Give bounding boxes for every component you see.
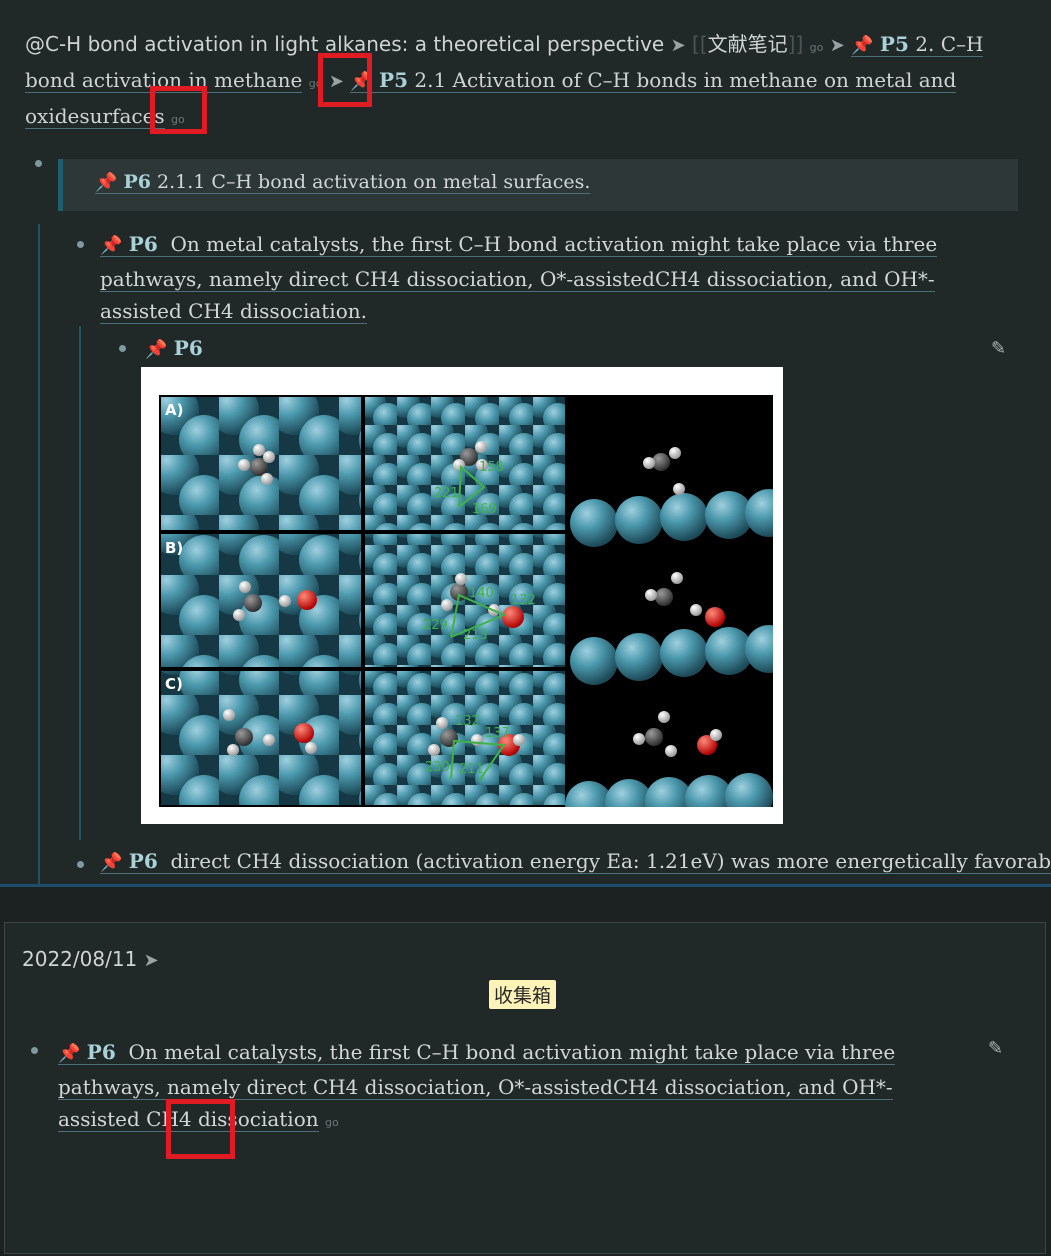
angle-label: 169 xyxy=(472,502,497,517)
figure-block-header[interactable]: 📌 P6 xyxy=(145,336,203,360)
bracket-open: [[ xyxy=(692,32,708,56)
bullet[interactable] xyxy=(119,345,126,352)
angle-label: 140 xyxy=(469,586,494,601)
journal-card: 2022/08/11 ➤ 收集箱 📌 P6 On metal catalysts… xyxy=(4,922,1046,1254)
heading-block: 📌 P6 2.1.1 C–H bond activation on metal … xyxy=(58,159,1018,211)
heading-text: 2.1.1 C–H bond activation on metal surfa… xyxy=(157,171,591,193)
angle-label: 158 xyxy=(479,460,504,475)
angle-label: 132 xyxy=(511,593,536,608)
pushpin-icon: 📌 xyxy=(851,35,874,56)
page-label: P6 xyxy=(128,232,158,256)
figure-image: 158 221 169 140 132 229 213 132 137 230 … xyxy=(141,367,783,824)
block-ref[interactable]: 📌 P6 On metal catalysts, the first C–H b… xyxy=(100,232,938,324)
pencil-icon[interactable]: ✎ xyxy=(988,1038,1003,1059)
go-link[interactable]: go xyxy=(810,41,824,54)
highlight-box xyxy=(318,53,372,107)
figure-row-label: A) xyxy=(165,401,183,419)
bullet[interactable] xyxy=(35,160,42,167)
bullet[interactable] xyxy=(77,861,84,868)
angle-label: 211 xyxy=(459,762,484,777)
angle-label: 229 xyxy=(423,618,448,633)
molecular-figure: 158 221 169 140 132 229 213 132 137 230 … xyxy=(159,395,773,807)
bottom-pane: 2022/08/11 ➤ 收集箱 📌 P6 On metal catalysts… xyxy=(0,887,1051,1256)
bracket-close: ]] xyxy=(787,32,804,56)
arrow-right-icon: ➤ xyxy=(670,35,686,56)
block-ref[interactable]: 📌 P6 direct CH4 dissociation (activation… xyxy=(100,849,1051,874)
page-label: P6 xyxy=(86,1040,116,1064)
thread-line xyxy=(38,224,40,884)
item-text: On metal catalysts, the first C–H bond a… xyxy=(100,232,938,323)
breadcrumb-notes-link[interactable]: 文献笔记 xyxy=(708,32,788,56)
pushpin-icon: 📌 xyxy=(145,339,168,360)
heading-ref[interactable]: 📌 P6 2.1.1 C–H bond activation on metal … xyxy=(95,171,591,194)
pushpin-icon: 📌 xyxy=(58,1043,81,1064)
inbox-tag[interactable]: 收集箱 xyxy=(489,980,557,1009)
bullet[interactable] xyxy=(77,241,84,248)
pushpin-icon: 📌 xyxy=(95,172,118,193)
page-label: P6 xyxy=(173,336,203,360)
item-text: direct CH4 dissociation (activation ener… xyxy=(170,849,1051,873)
page-label: P5 xyxy=(379,68,409,92)
highlight-box xyxy=(150,86,207,134)
pushpin-icon: 📌 xyxy=(100,852,123,873)
page-label: P6 xyxy=(123,171,151,193)
angle-label: 221 xyxy=(434,486,459,501)
page-label: P5 xyxy=(879,32,909,56)
go-link[interactable]: go xyxy=(325,1116,339,1129)
figure-row-label: C) xyxy=(165,675,183,693)
angle-label: 230 xyxy=(425,760,450,775)
angle-label: 137 xyxy=(485,726,510,741)
angle-label: 132 xyxy=(455,714,480,729)
pushpin-icon: 📌 xyxy=(100,235,123,256)
date-text: 2022/08/11 xyxy=(22,947,138,971)
thread-line xyxy=(79,326,81,840)
highlight-box xyxy=(166,1099,235,1159)
arrow-right-icon: ➤ xyxy=(829,35,845,56)
figure-row-label: B) xyxy=(165,539,183,557)
top-pane: @C-H bond activation in light alkanes: a… xyxy=(0,0,1051,884)
list-item[interactable]: 📌 P6 direct CH4 dissociation (activation… xyxy=(100,849,1051,874)
journal-date[interactable]: 2022/08/11 ➤ xyxy=(22,947,159,971)
arrow-right-icon: ➤ xyxy=(143,950,159,971)
pencil-icon[interactable]: ✎ xyxy=(991,338,1006,359)
list-item[interactable]: 📌 P6 On metal catalysts, the first C–H b… xyxy=(100,228,1010,328)
page-label: P6 xyxy=(128,849,158,873)
angle-label: 213 xyxy=(463,628,488,643)
bullet[interactable] xyxy=(31,1047,38,1054)
